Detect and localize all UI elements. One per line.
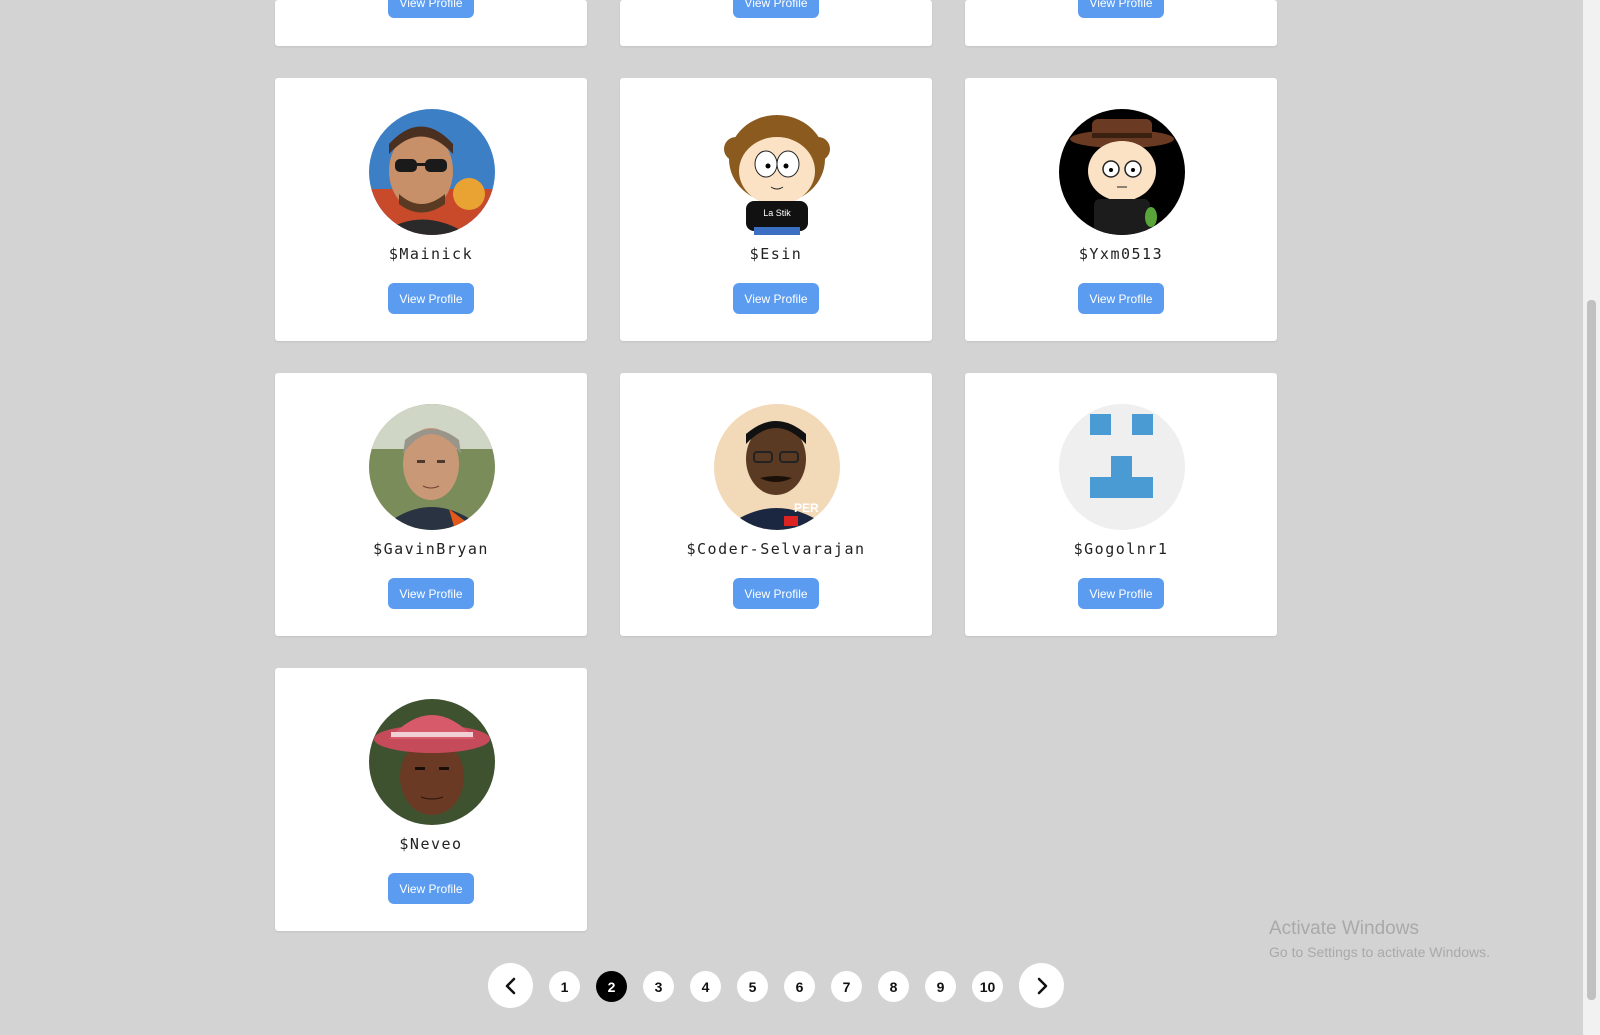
identicon-avatar-image — [1059, 404, 1185, 530]
profile-card: PER $Coder-Selvarajan View Profile — [620, 373, 932, 636]
view-profile-button[interactable]: View Profile — [733, 283, 819, 314]
next-page-button[interactable] — [1019, 963, 1064, 1008]
windows-activation-watermark: Activate Windows Go to Settings to activ… — [1269, 918, 1490, 960]
photo-sunglasses-avatar-image — [369, 109, 495, 235]
avatar: PER — [714, 404, 840, 530]
profile-card-partial: View Profile — [275, 0, 587, 46]
photo-glasses-avatar-image: PER — [714, 404, 840, 530]
page-button[interactable]: 6 — [784, 971, 815, 1002]
view-profile-button[interactable]: View Profile — [388, 873, 474, 904]
photo-pink-hat-avatar-image — [369, 699, 495, 825]
svg-text:La Stik: La Stik — [763, 208, 791, 218]
profile-card: $Neveo View Profile — [275, 668, 587, 931]
view-profile-button[interactable]: View Profile — [1078, 578, 1164, 609]
watermark-title: Activate Windows — [1269, 918, 1419, 939]
previous-page-button[interactable] — [488, 963, 533, 1008]
profile-card-partial: View Profile — [620, 0, 932, 46]
view-profile-button[interactable]: View Profile — [388, 0, 474, 18]
page-button[interactable]: 8 — [878, 971, 909, 1002]
avatar — [1059, 109, 1185, 235]
view-profile-button[interactable]: View Profile — [388, 578, 474, 609]
view-profile-button[interactable]: View Profile — [1078, 0, 1164, 18]
username: $Esin — [749, 245, 803, 263]
username: $Yxm0513 — [1078, 245, 1164, 263]
page-button[interactable]: 7 — [831, 971, 862, 1002]
view-profile-button[interactable]: View Profile — [733, 578, 819, 609]
vertical-scrollbar[interactable] — [1583, 0, 1600, 1035]
profile-card: $GavinBryan View Profile — [275, 373, 587, 636]
view-profile-button[interactable]: View Profile — [733, 0, 819, 18]
avatar: La Stik — [714, 109, 840, 235]
profile-card: La Stik $Esin View Profile — [620, 78, 932, 341]
cartoon-curly-hair-avatar-image: La Stik — [714, 109, 840, 235]
username: $Gogolnr1 — [1073, 540, 1169, 558]
developer-directory-page: View Profile View Profile View Profile $… — [0, 0, 1600, 1035]
page-button-active[interactable]: 2 — [596, 971, 627, 1002]
username: $Neveo — [399, 835, 463, 853]
page-button[interactable]: 10 — [972, 971, 1003, 1002]
cartoon-hat-glasses-avatar-image — [1059, 109, 1185, 235]
page-button[interactable]: 1 — [549, 971, 580, 1002]
profile-card: $Mainick View Profile — [275, 78, 587, 341]
page-button[interactable]: 5 — [737, 971, 768, 1002]
avatar — [1059, 404, 1185, 530]
avatar — [369, 404, 495, 530]
page-button[interactable]: 9 — [925, 971, 956, 1002]
profile-card: $Gogolnr1 View Profile — [965, 373, 1277, 636]
profile-card-partial: View Profile — [965, 0, 1277, 46]
view-profile-button[interactable]: View Profile — [1078, 283, 1164, 314]
username: $GavinBryan — [373, 540, 489, 558]
svg-text:PER: PER — [794, 501, 819, 515]
username: $Coder-Selvarajan — [686, 540, 866, 558]
watermark-subtitle: Go to Settings to activate Windows. — [1269, 944, 1490, 960]
username: $Mainick — [388, 245, 474, 263]
view-profile-button[interactable]: View Profile — [388, 283, 474, 314]
page-button[interactable]: 4 — [690, 971, 721, 1002]
avatar — [369, 109, 495, 235]
chevron-left-icon — [505, 977, 515, 994]
profile-card: $Yxm0513 View Profile — [965, 78, 1277, 341]
chevron-right-icon — [1037, 977, 1047, 994]
avatar — [369, 699, 495, 825]
photo-grey-hair-avatar-image — [369, 404, 495, 530]
page-button[interactable]: 3 — [643, 971, 674, 1002]
scrollbar-thumb[interactable] — [1587, 300, 1596, 1000]
